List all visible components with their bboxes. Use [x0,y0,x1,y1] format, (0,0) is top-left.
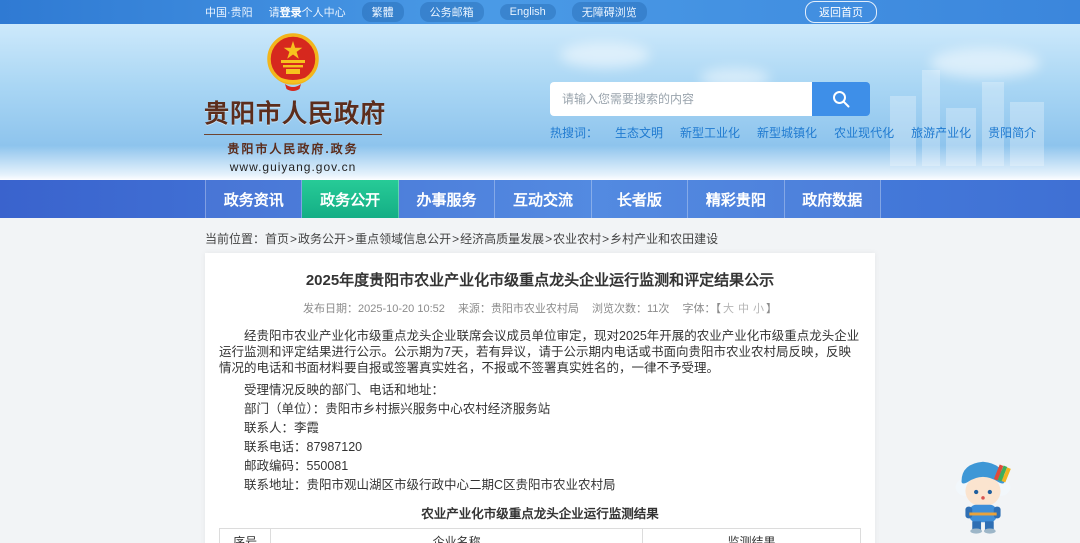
font-size-medium-button[interactable]: 中 [738,303,749,315]
font-size-large-button[interactable]: 大 [723,303,734,315]
breadcrumb-item[interactable]: 重点领域信息公开 [355,232,451,246]
publish-date-label: 发布日期： [303,303,359,315]
mascot-icon [955,461,1011,534]
article-body: 经贵阳市农业产业化市级重点龙头企业联席会议成员单位审定，现对2025年开展的农业… [218,328,861,543]
nav-tab-zhangzhe-ban[interactable]: 长者版 [591,180,689,218]
topbar-login-link[interactable]: 请登录个人中心 [269,4,346,20]
article-card: 2025年度贵阳市农业产业化市级重点龙头企业运行监测和评定结果公示 发布日期：2… [205,253,875,543]
article-title: 2025年度贵阳市农业产业化市级重点龙头企业运行监测和评定结果公示 [305,272,775,289]
site-url: www.guiyang.gov.cn [229,160,357,174]
cityscape-decoration [922,70,940,166]
nav-tab-zhengwu-gongkai[interactable]: 政务公开 [302,180,399,218]
national-emblem-icon [267,33,319,91]
table-header-row: 序号 企业名称 监测结果 [218,528,861,543]
nav-tab-zhengfu-shuju[interactable]: 政府数据 [784,180,881,218]
search-button[interactable] [812,82,870,116]
site-title: 贵阳市人民政府 [204,100,387,128]
breadcrumb-item[interactable]: 经济高质量发展 [460,232,544,246]
breadcrumb-item[interactable]: 农业农村 [553,232,601,246]
content-area: 当前位置：首页>政务公开>重点领域信息公开>经济高质量发展>农业农村>乡村产业和… [0,218,1080,543]
views-label: 浏览次数： [592,303,647,315]
topbar-mailbox-link[interactable]: 公务邮箱 [419,2,484,22]
hot-search-word[interactable]: 新型工业化 [680,124,740,141]
site-header: 贵阳市人民政府 贵阳市人民政府.政务 www.guiyang.gov.cn 热搜… [0,24,1080,180]
breadcrumb-item-home[interactable]: 首页 [265,232,289,246]
monitor-result-table: 序号 企业名称 监测结果 1 贵州合力超市采购有限公司 合格 2 贵州友禾种业有… [218,528,861,543]
nav-tab-banshi-fuwu[interactable]: 办事服务 [398,180,496,218]
top-utility-bar: 中国·贵阳 请登录个人中心 繁體 公务邮箱 English 无障碍浏览 返回首页 [0,0,1080,24]
cloud-decoration [560,42,650,68]
hot-search-row: 热搜词： 生态文明 新型工业化 新型城镇化 农业现代化 旅游产业化 贵阳简介 [550,124,1036,141]
hot-search-word[interactable]: 生态文明 [615,124,663,141]
views-value: 11次 [647,303,670,315]
font-size-label: 字体：【 [682,303,721,315]
nav-tab-zhengwu-zixun[interactable]: 政务资讯 [205,180,303,218]
hot-search-word[interactable]: 贵阳简介 [988,124,1036,141]
topbar-traditional-link[interactable]: 繁體 [361,2,404,22]
source-value: 贵阳市农业农村局 [490,303,579,315]
topbar-english-link[interactable]: English [499,4,556,20]
article-meta: 发布日期：2025-10-20 10:52 来源：贵阳市农业农村局 浏览次数：1… [219,300,861,316]
breadcrumb-item[interactable]: 乡村产业和农田建设 [610,232,718,246]
search-bar [550,82,870,116]
publish-date: 2025-10-20 10:52 [358,303,445,315]
return-home-button[interactable]: 返回首页 [805,1,877,23]
site-logo[interactable]: 贵阳市人民政府 贵阳市人民政府.政务 www.guiyang.gov.cn [204,32,387,174]
main-navigation: 政务资讯 政务公开 办事服务 互动交流 长者版 精彩贵阳 政府数据 [0,180,1080,218]
cloud-decoration [930,48,1040,78]
nav-tab-jingcai-guiyang[interactable]: 精彩贵阳 [688,180,785,218]
search-input[interactable] [550,82,812,116]
topbar-accessibility-link[interactable]: 无障碍浏览 [571,2,647,22]
paragraph-announcement: 经贵阳市农业产业化市级重点龙头企业联席会议成员单位审定，现对2025年开展的农业… [219,329,860,375]
hot-search-word[interactable]: 新型城镇化 [757,124,817,141]
paragraph-department: 部门（单位）：贵阳市乡村振兴服务中心农村经济服务站 [244,402,551,416]
paragraph-contact-intro: 受理情况反映的部门、电话和地址： [244,383,445,397]
table-caption: 农业产业化市级重点龙头企业运行监测结果 [421,507,659,521]
breadcrumb-label: 当前位置： [205,232,266,246]
header-cell-company: 企业名称 [270,528,644,543]
search-icon [833,91,850,108]
paragraph-contact-person: 联系人：李霞 [244,421,320,435]
hot-search-label: 热搜词： [550,126,599,140]
nav-tab-hudong-jiaoliu[interactable]: 互动交流 [495,180,592,218]
font-size-label-end: 】 [765,303,777,315]
breadcrumb: 当前位置：首页>政务公开>重点领域信息公开>经济高质量发展>农业农村>乡村产业和… [205,232,719,246]
font-size-small-button[interactable]: 小 [753,303,764,315]
hot-search-word[interactable]: 旅游产业化 [911,124,971,141]
header-cell-result: 监测结果 [642,528,861,543]
hot-search-word[interactable]: 农业现代化 [834,124,894,141]
mascot-assistant-button[interactable] [947,452,1019,534]
site-subtitle: 贵阳市人民政府.政务 [204,134,382,157]
paragraph-phone: 联系电话：87987120 [244,440,363,454]
paragraph-postcode: 邮政编码：550081 [244,459,349,473]
breadcrumb-item[interactable]: 政务公开 [298,232,346,246]
topbar-region-link[interactable]: 中国·贵阳 [205,4,253,20]
header-cell-number: 序号 [218,528,272,543]
paragraph-address: 联系地址：贵阳市观山湖区市级行政中心二期C区贵阳市农业农村局 [244,478,616,492]
source-label: 来源： [457,303,491,315]
